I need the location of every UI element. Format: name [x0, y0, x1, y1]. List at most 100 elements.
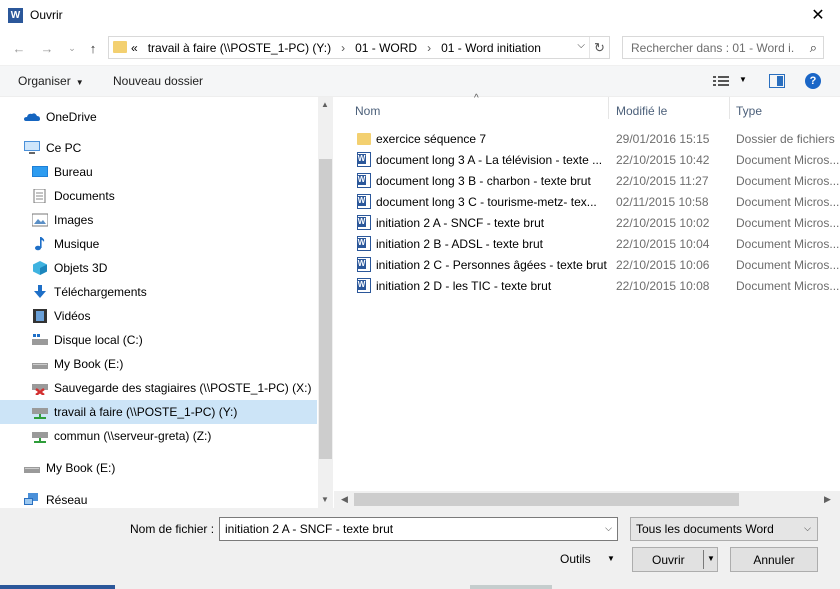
music-icon: [35, 237, 45, 251]
tools-button[interactable]: Outils: [560, 552, 591, 566]
sidebar-item-my-book-e-root[interactable]: My Book (E:): [0, 456, 317, 480]
desktop-icon: [32, 166, 48, 177]
preview-pane-icon[interactable]: [769, 74, 785, 88]
caret-down-icon[interactable]: ▼: [607, 554, 615, 563]
view-caret-icon[interactable]: ▼: [739, 75, 747, 84]
filename-label: Nom de fichier :: [130, 522, 215, 536]
caret-down-icon[interactable]: ▼: [707, 554, 715, 563]
organize-button[interactable]: Organiser ▼: [18, 74, 84, 88]
sidebar-item-label: My Book (E:): [54, 357, 124, 371]
sidebar-item-onedrive[interactable]: OneDrive: [0, 105, 317, 129]
sidebar-item-local-disk-c[interactable]: Disque local (C:): [0, 328, 317, 352]
word-document-icon: [357, 194, 371, 209]
sidebar-item-sauvegarde-x[interactable]: Sauvegarde des stagiaires (\\POSTE_1-PC)…: [0, 376, 317, 400]
file-name: initiation 2 D - les TIC - texte brut: [376, 279, 552, 293]
scroll-left-icon[interactable]: ◀: [341, 494, 348, 505]
dialog-footer: Nom de fichier : initiation 2 A - SNCF -…: [0, 508, 840, 589]
address-bar[interactable]: « travail à faire (\\POSTE_1-PC) (Y:) › …: [108, 36, 610, 59]
column-divider[interactable]: [608, 97, 609, 119]
network-icon: [24, 493, 38, 505]
scroll-up-icon[interactable]: ▲: [321, 100, 329, 109]
address-dropdown-icon[interactable]: ⌵: [577, 40, 585, 51]
file-type: Document Micros...: [736, 216, 840, 230]
help-icon[interactable]: ?: [805, 73, 821, 89]
sidebar-item-label: My Book (E:): [46, 461, 116, 475]
breadcrumb-separator[interactable]: ›: [427, 41, 431, 55]
file-date: 22/10/2015 10:02: [616, 216, 710, 230]
sidebar-item-label: Images: [54, 213, 94, 227]
breadcrumb-overflow[interactable]: «: [131, 41, 138, 55]
cancel-button[interactable]: Annuler: [730, 547, 818, 572]
breadcrumb-drive[interactable]: travail à faire (\\POSTE_1-PC) (Y:): [148, 41, 331, 55]
breadcrumb-folder-word[interactable]: 01 - WORD: [355, 41, 417, 55]
close-button[interactable]: ✕: [808, 5, 828, 25]
scroll-right-icon[interactable]: ▶: [824, 494, 831, 505]
sidebar-item-images[interactable]: Images: [0, 208, 317, 232]
sidebar-item-music[interactable]: Musique: [0, 232, 317, 256]
filename-field[interactable]: initiation 2 A - SNCF - texte brut ⌵: [219, 517, 618, 541]
open-button[interactable]: Ouvrir ▼: [632, 547, 718, 572]
word-document-icon: [357, 257, 371, 272]
up-button[interactable]: ↑: [84, 39, 102, 57]
sidebar-item-network[interactable]: Réseau: [0, 488, 317, 508]
file-type: Document Micros...: [736, 195, 840, 209]
forward-button[interactable]: →: [38, 39, 56, 57]
file-list-horizontal-scrollbar[interactable]: ◀ ▶: [334, 491, 840, 508]
sidebar-item-documents[interactable]: Documents: [0, 184, 317, 208]
taskbar-accent: [0, 585, 115, 589]
breadcrumb-folder-initiation[interactable]: 01 - Word initiation: [441, 41, 541, 55]
local-disk-icon: [32, 334, 48, 345]
new-folder-button[interactable]: Nouveau dossier: [113, 74, 203, 88]
drive-icon: [32, 363, 48, 369]
sidebar-item-commun-z[interactable]: commun (\\serveur-greta) (Z:): [0, 424, 317, 448]
scroll-down-icon[interactable]: ▼: [321, 495, 329, 504]
list-item[interactable]: exercice séquence 7 29/01/2016 15:15 Dos…: [354, 128, 840, 149]
sidebar-item-3d-objects[interactable]: Objets 3D: [0, 256, 317, 280]
list-item[interactable]: initiation 2 B - ADSL - texte brut 22/10…: [354, 233, 840, 254]
sidebar-item-desktop[interactable]: Bureau: [0, 160, 317, 184]
taskbar-segment: [470, 585, 552, 589]
chevron-down-icon[interactable]: ⌵: [605, 523, 612, 534]
scrollbar-thumb[interactable]: [319, 159, 332, 459]
sidebar-item-this-pc[interactable]: Ce PC: [0, 136, 317, 160]
view-options-icon[interactable]: [713, 75, 729, 87]
search-box[interactable]: Rechercher dans : 01 - Word i... ⌕: [622, 36, 824, 59]
sidebar-item-my-book-e[interactable]: My Book (E:): [0, 352, 317, 376]
sidebar-item-label: Réseau: [46, 493, 88, 507]
file-type-value: Tous les documents Word: [636, 522, 774, 536]
file-type-select[interactable]: Tous les documents Word ⌵: [630, 517, 818, 541]
organize-label: Organiser: [18, 74, 71, 88]
sidebar-scrollbar[interactable]: ▲ ▼: [318, 97, 333, 508]
file-type: Dossier de fichiers: [736, 132, 835, 146]
back-button[interactable]: ←: [10, 39, 28, 57]
column-header-name[interactable]: Nom: [355, 104, 380, 118]
list-item[interactable]: document long 3 C - tourisme-metz- tex..…: [354, 191, 840, 212]
sidebar-item-videos[interactable]: Vidéos: [0, 304, 317, 328]
file-name: document long 3 C - tourisme-metz- tex..…: [376, 195, 597, 209]
sidebar-item-label: Vidéos: [54, 309, 91, 323]
column-header-modified[interactable]: Modifié le: [616, 104, 667, 118]
column-header-type[interactable]: Type: [736, 104, 762, 118]
column-divider[interactable]: [729, 97, 730, 119]
list-item[interactable]: document long 3 A - La télévision - text…: [354, 149, 840, 170]
computer-icon: [24, 141, 40, 154]
breadcrumb-separator[interactable]: ›: [341, 41, 345, 55]
breadcrumb: « travail à faire (\\POSTE_1-PC) (Y:) › …: [131, 41, 551, 55]
folder-icon: [113, 41, 127, 53]
recent-locations-button[interactable]: ⌄: [63, 39, 81, 57]
list-item[interactable]: initiation 2 C - Personnes âgées - texte…: [354, 254, 840, 275]
search-input[interactable]: Rechercher dans : 01 - Word i...: [631, 41, 795, 55]
list-item[interactable]: initiation 2 D - les TIC - texte brut 22…: [354, 275, 840, 296]
scrollbar-thumb[interactable]: [354, 493, 739, 506]
filename-value[interactable]: initiation 2 A - SNCF - texte brut: [225, 522, 393, 536]
network-drive-icon: [32, 408, 48, 419]
file-name: initiation 2 C - Personnes âgées - texte…: [376, 258, 607, 272]
list-item[interactable]: document long 3 B - charbon - texte brut…: [354, 170, 840, 191]
file-type: Document Micros...: [736, 174, 840, 188]
list-item[interactable]: initiation 2 A - SNCF - texte brut 22/10…: [354, 212, 840, 233]
sidebar-item-travail-y[interactable]: travail à faire (\\POSTE_1-PC) (Y:): [0, 400, 317, 424]
refresh-button[interactable]: ↻: [589, 37, 609, 58]
sidebar-item-label: Musique: [54, 237, 100, 251]
refresh-icon: ↻: [594, 39, 605, 55]
sidebar-item-downloads[interactable]: Téléchargements: [0, 280, 317, 304]
